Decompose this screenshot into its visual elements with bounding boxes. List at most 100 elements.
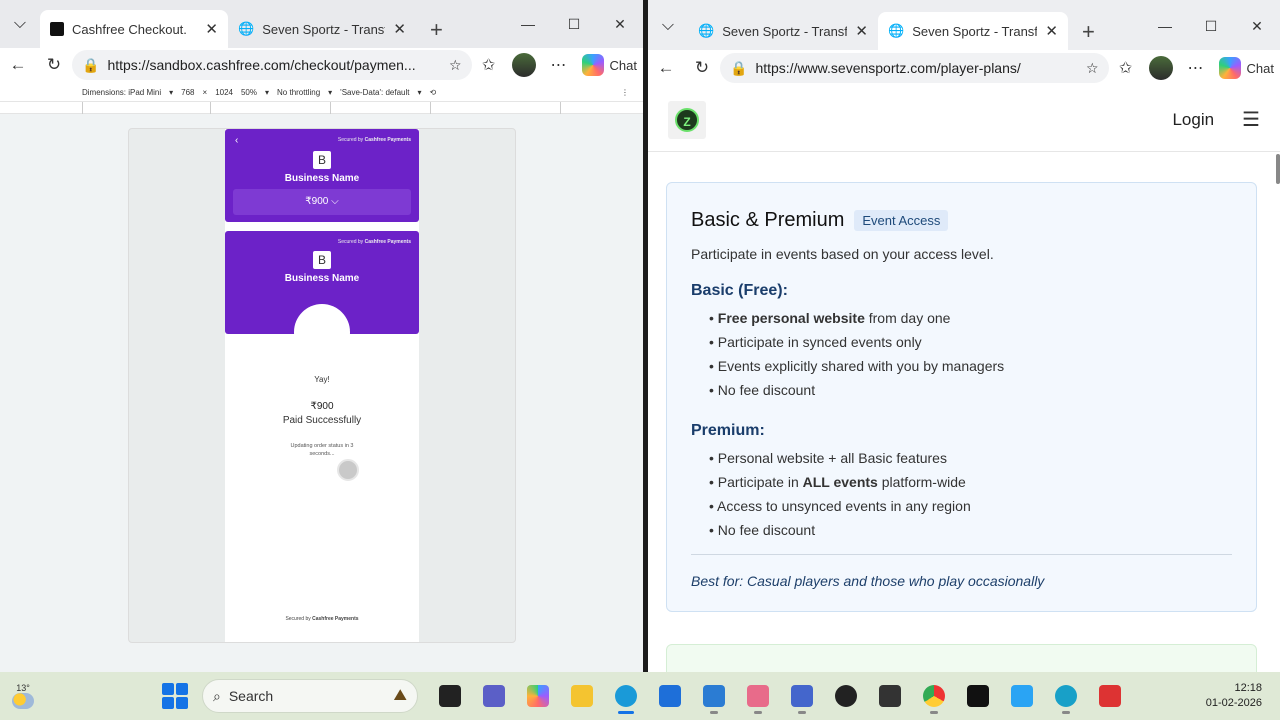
copilot-chat-button[interactable]: Chat bbox=[1213, 57, 1280, 79]
close-tab-icon[interactable]: ✕ bbox=[1045, 22, 1058, 40]
tab-actions-chevron-icon[interactable]: ⌵ bbox=[4, 8, 36, 40]
refresh-icon[interactable]: ↻ bbox=[36, 55, 72, 75]
tab-seven-sportz[interactable]: 🌐 Seven Sportz - Transform ✕ bbox=[228, 10, 416, 48]
amount-dropdown[interactable]: ₹900 ⌵ bbox=[233, 189, 411, 215]
weather-widget[interactable]: 13° bbox=[0, 683, 46, 709]
maximize-icon[interactable]: ☐ bbox=[1188, 18, 1234, 35]
network-tool-icon[interactable] bbox=[1088, 676, 1132, 716]
edge-browser-icon[interactable] bbox=[604, 676, 648, 716]
remote-desktop-icon[interactable] bbox=[780, 676, 824, 716]
favorite-star-icon[interactable]: ☆ bbox=[449, 57, 462, 74]
save-data-select[interactable]: 'Save-Data': default bbox=[340, 88, 409, 97]
address-bar-row: ← ↻ 🔒 https://www.sevensportz.com/player… bbox=[648, 50, 1280, 86]
close-tab-icon[interactable]: ✕ bbox=[393, 20, 406, 38]
back-arrow-icon[interactable]: ← bbox=[648, 58, 684, 78]
card-title: Basic & Premium bbox=[691, 209, 845, 231]
search-highlight-icon: ⛰ bbox=[393, 687, 407, 704]
chevron-down-icon: ▾ bbox=[417, 88, 422, 97]
tab-seven-sportz-2[interactable]: 🌐 Seven Sportz - Transform ✕ bbox=[878, 12, 1068, 50]
favorite-star-icon[interactable]: ☆ bbox=[1086, 60, 1099, 77]
teams-icon[interactable] bbox=[472, 676, 516, 716]
search-placeholder: Search bbox=[228, 688, 274, 704]
lock-icon: 🔒 bbox=[82, 56, 100, 73]
yay-text: Yay! bbox=[314, 375, 330, 384]
back-arrow-icon[interactable]: ← bbox=[0, 55, 36, 75]
site-header: Z Login ☰ bbox=[648, 88, 1280, 152]
login-link[interactable]: Login bbox=[1172, 110, 1214, 130]
tab-title: Seven Sportz - Transform bbox=[912, 23, 1038, 39]
temperature: 13° bbox=[16, 683, 30, 693]
task-view-icon[interactable] bbox=[428, 676, 472, 716]
profile-avatar[interactable] bbox=[1148, 56, 1173, 80]
device-height-input[interactable]: 1024 bbox=[215, 88, 233, 97]
vscode-icon[interactable] bbox=[1000, 676, 1044, 716]
device-width-input[interactable]: 768 bbox=[181, 88, 194, 97]
favorites-icon[interactable]: ✩ bbox=[1109, 58, 1143, 78]
tab-actions-chevron-icon[interactable]: ⌵ bbox=[652, 10, 684, 42]
notepad-icon[interactable] bbox=[692, 676, 736, 716]
close-tab-icon[interactable]: ✕ bbox=[205, 20, 218, 38]
list-item: No fee discount bbox=[709, 518, 1232, 542]
zoom-select[interactable]: 50% bbox=[241, 88, 257, 97]
minimize-icon[interactable]: — bbox=[1142, 18, 1188, 34]
success-check-circle bbox=[294, 304, 350, 334]
chrome-icon[interactable] bbox=[912, 676, 956, 716]
new-tab-button[interactable]: + bbox=[430, 19, 443, 41]
close-tab-icon[interactable]: ✕ bbox=[855, 22, 868, 40]
windows-taskbar: 13° ⌕ Search ⛰ 12:18 01-02-2026 bbox=[0, 672, 1280, 720]
paid-amount: ₹900 bbox=[310, 401, 334, 412]
profile-avatar[interactable] bbox=[511, 53, 536, 77]
copilot-label: Chat bbox=[609, 57, 637, 73]
close-window-icon[interactable]: ✕ bbox=[597, 16, 643, 33]
url-field[interactable]: 🔒 https://www.sevensportz.com/player-pla… bbox=[720, 53, 1109, 83]
page-scrollbar[interactable] bbox=[1276, 154, 1280, 184]
list-item: Participate in synced events only bbox=[709, 330, 1232, 354]
tab-cashfree-checkout[interactable]: Cashfree Checkout. ✕ bbox=[40, 10, 228, 48]
store-icon[interactable] bbox=[648, 676, 692, 716]
terminal-icon[interactable] bbox=[868, 676, 912, 716]
list-item: Free personal website from day one bbox=[709, 306, 1232, 330]
device-frame: ‹ Secured by Cashfree Payments B Busines… bbox=[128, 128, 516, 643]
cashfree-favicon-icon bbox=[50, 22, 64, 36]
copilot-label: Chat bbox=[1246, 60, 1274, 76]
system-clock[interactable]: 12:18 01-02-2026 bbox=[1206, 681, 1262, 711]
more-menu-icon[interactable]: ⋯ bbox=[1179, 58, 1213, 78]
tab-strip: ⌵ 🌐 Seven Sportz - Transform ✕ 🌐 Seven S… bbox=[648, 0, 1280, 50]
event-access-badge: Event Access bbox=[854, 210, 949, 231]
maximize-icon[interactable]: ☐ bbox=[551, 16, 597, 33]
obs-icon[interactable] bbox=[824, 676, 868, 716]
close-window-icon[interactable]: ✕ bbox=[1234, 18, 1280, 35]
url-field[interactable]: 🔒 https://sandbox.cashfree.com/checkout/… bbox=[72, 50, 472, 80]
file-explorer-icon[interactable] bbox=[560, 676, 604, 716]
site-logo[interactable]: Z bbox=[668, 100, 706, 139]
devtools-more-icon[interactable]: ⋮ bbox=[621, 88, 629, 97]
emulated-viewport: ‹ Secured by Cashfree Payments B Busines… bbox=[0, 114, 643, 672]
more-menu-icon[interactable]: ⋯ bbox=[542, 55, 576, 75]
minimize-icon[interactable]: — bbox=[505, 16, 551, 32]
taskbar-search-box[interactable]: ⌕ Search ⛰ bbox=[202, 679, 418, 713]
snipping-tool-icon[interactable] bbox=[736, 676, 780, 716]
refresh-icon[interactable]: ↻ bbox=[684, 58, 720, 78]
url-text: https://www.sevensportz.com/player-plans… bbox=[755, 60, 1021, 76]
new-tab-button[interactable]: + bbox=[1082, 21, 1095, 43]
start-button-windows-icon[interactable] bbox=[162, 683, 188, 709]
chevron-down-icon: ▾ bbox=[265, 88, 270, 97]
list-item: Personal website + all Basic features bbox=[709, 446, 1232, 470]
tab-seven-sportz-1[interactable]: 🌐 Seven Sportz - Transform ✕ bbox=[688, 12, 878, 50]
success-header-card: Secured by Cashfree Payments B Business … bbox=[225, 231, 419, 334]
globe-icon: 🌐 bbox=[888, 23, 905, 38]
edge-dev-icon[interactable] bbox=[1044, 676, 1088, 716]
globe-icon: 🌐 bbox=[698, 23, 715, 38]
copilot-app-icon[interactable] bbox=[516, 676, 560, 716]
business-logo: B bbox=[313, 151, 331, 169]
rotate-icon[interactable]: ⟲ bbox=[430, 88, 437, 97]
copilot-chat-button[interactable]: Chat bbox=[576, 54, 643, 76]
throttle-select[interactable]: No throttling bbox=[277, 88, 320, 97]
favorites-icon[interactable]: ✩ bbox=[472, 55, 506, 75]
back-chevron-icon[interactable]: ‹ bbox=[235, 135, 238, 146]
device-dimensions-select[interactable]: Dimensions: iPad Mini bbox=[82, 88, 161, 97]
times-icon: × bbox=[202, 88, 208, 97]
cursor-app-icon[interactable] bbox=[956, 676, 1000, 716]
hamburger-menu-icon[interactable]: ☰ bbox=[1242, 107, 1260, 132]
lock-icon: 🔒 bbox=[730, 59, 748, 76]
